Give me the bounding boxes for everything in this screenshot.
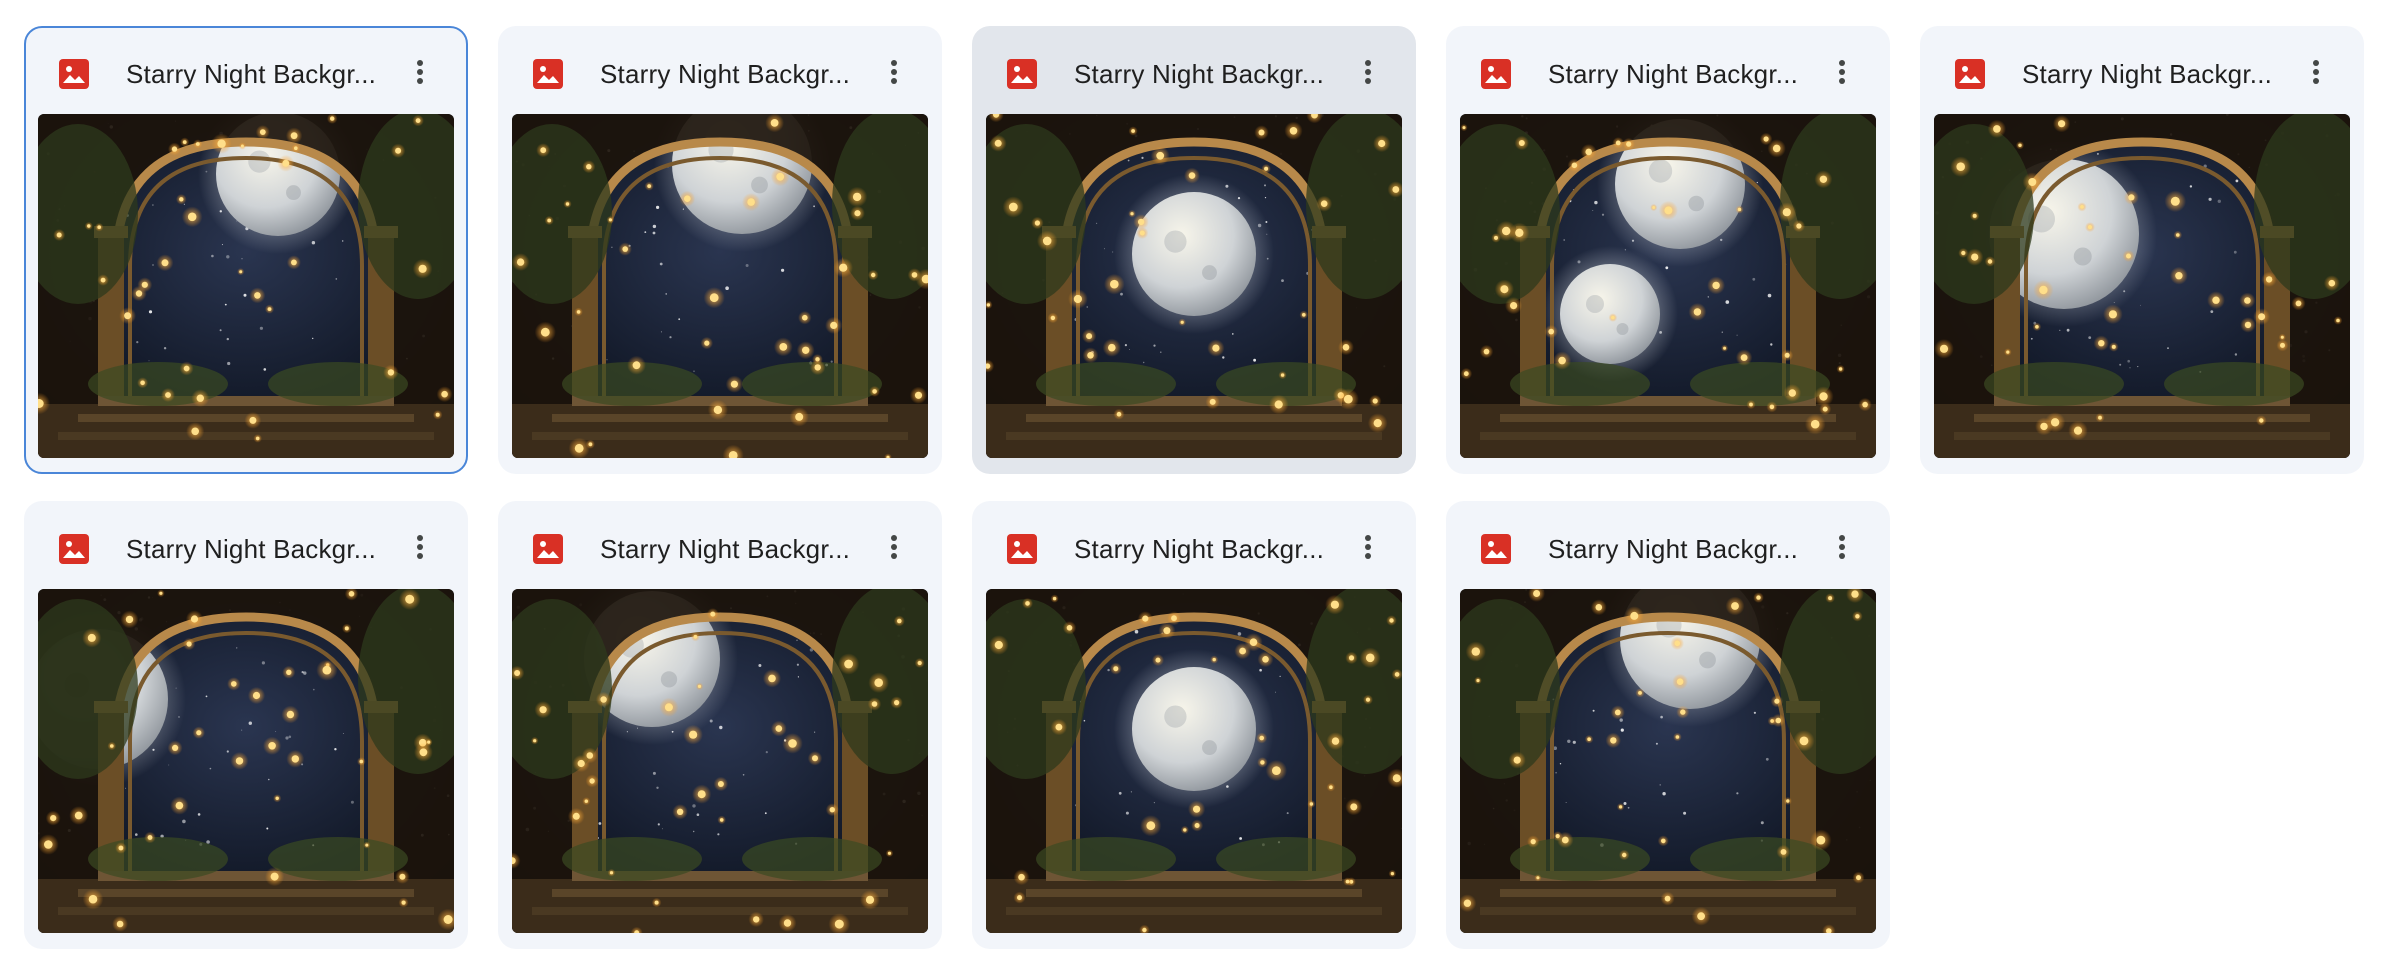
more-actions-button[interactable] <box>398 527 442 571</box>
file-card[interactable]: Starry Night Backgr... <box>498 26 942 474</box>
file-title[interactable]: Starry Night Backgr... <box>1074 529 1364 569</box>
image-icon <box>58 58 90 90</box>
file-card[interactable]: Starry Night Backgr... <box>972 26 1416 474</box>
file-card-header: Starry Night Backgr... <box>26 28 466 114</box>
more-vert-icon <box>1364 534 1372 565</box>
thumbnail-image <box>1460 589 1876 933</box>
file-thumbnail[interactable] <box>1934 114 2350 458</box>
file-title[interactable]: Starry Night Backgr... <box>600 529 890 569</box>
file-card[interactable]: Starry Night Backgr... <box>1446 26 1890 474</box>
file-card-header: Starry Night Backgr... <box>26 503 466 589</box>
file-card-header: Starry Night Backgr... <box>500 28 940 114</box>
more-actions-button[interactable] <box>1346 52 1390 96</box>
file-card-header: Starry Night Backgr... <box>1448 503 1888 589</box>
image-icon <box>1006 58 1038 90</box>
file-card[interactable]: Starry Night Backgr... <box>24 501 468 949</box>
file-card[interactable]: Starry Night Backgr... <box>1446 501 1890 949</box>
image-icon <box>532 58 564 90</box>
file-card[interactable]: Starry Night Backgr... <box>1920 26 2364 474</box>
more-vert-icon <box>416 534 424 565</box>
thumbnail-image <box>38 114 454 458</box>
file-title[interactable]: Starry Night Backgr... <box>2022 54 2312 94</box>
thumbnail-image <box>986 589 1402 933</box>
file-title[interactable]: Starry Night Backgr... <box>1548 54 1838 94</box>
image-icon <box>532 533 564 565</box>
file-thumbnail[interactable] <box>986 114 1402 458</box>
more-actions-button[interactable] <box>1820 527 1864 571</box>
thumbnail-image <box>512 114 928 458</box>
thumbnail-image <box>1934 114 2350 458</box>
file-thumbnail[interactable] <box>38 589 454 933</box>
more-actions-button[interactable] <box>1346 527 1390 571</box>
image-icon <box>1480 58 1512 90</box>
more-vert-icon <box>416 59 424 90</box>
file-card-header: Starry Night Backgr... <box>974 28 1414 114</box>
more-actions-button[interactable] <box>2294 52 2338 96</box>
file-card[interactable]: Starry Night Backgr... <box>972 501 1416 949</box>
more-vert-icon <box>1838 59 1846 90</box>
more-vert-icon <box>2312 59 2320 90</box>
file-title[interactable]: Starry Night Backgr... <box>600 54 890 94</box>
file-thumbnail[interactable] <box>512 114 928 458</box>
more-actions-button[interactable] <box>1820 52 1864 96</box>
file-title[interactable]: Starry Night Backgr... <box>1548 529 1838 569</box>
thumbnail-image <box>1460 114 1876 458</box>
image-icon <box>1006 533 1038 565</box>
file-card[interactable]: Starry Night Backgr... <box>498 501 942 949</box>
more-vert-icon <box>890 59 898 90</box>
file-card-header: Starry Night Backgr... <box>500 503 940 589</box>
more-vert-icon <box>890 534 898 565</box>
file-thumbnail[interactable] <box>512 589 928 933</box>
image-icon <box>58 533 90 565</box>
file-title[interactable]: Starry Night Backgr... <box>126 529 416 569</box>
file-card-header: Starry Night Backgr... <box>1922 28 2362 114</box>
file-thumbnail[interactable] <box>38 114 454 458</box>
file-title[interactable]: Starry Night Backgr... <box>1074 54 1364 94</box>
thumbnail-image <box>512 589 928 933</box>
thumbnail-image <box>986 114 1402 458</box>
image-icon <box>1480 533 1512 565</box>
file-thumbnail[interactable] <box>1460 589 1876 933</box>
file-thumbnail[interactable] <box>986 589 1402 933</box>
file-grid: Starry Night Backgr... Starry Night Back… <box>24 26 2364 949</box>
file-card[interactable]: Starry Night Backgr... <box>24 26 468 474</box>
image-icon <box>1954 58 1986 90</box>
more-actions-button[interactable] <box>398 52 442 96</box>
file-card-header: Starry Night Backgr... <box>974 503 1414 589</box>
file-title[interactable]: Starry Night Backgr... <box>126 54 416 94</box>
thumbnail-image <box>38 589 454 933</box>
more-vert-icon <box>1364 59 1372 90</box>
more-actions-button[interactable] <box>872 52 916 96</box>
more-vert-icon <box>1838 534 1846 565</box>
file-card-header: Starry Night Backgr... <box>1448 28 1888 114</box>
more-actions-button[interactable] <box>872 527 916 571</box>
file-thumbnail[interactable] <box>1460 114 1876 458</box>
